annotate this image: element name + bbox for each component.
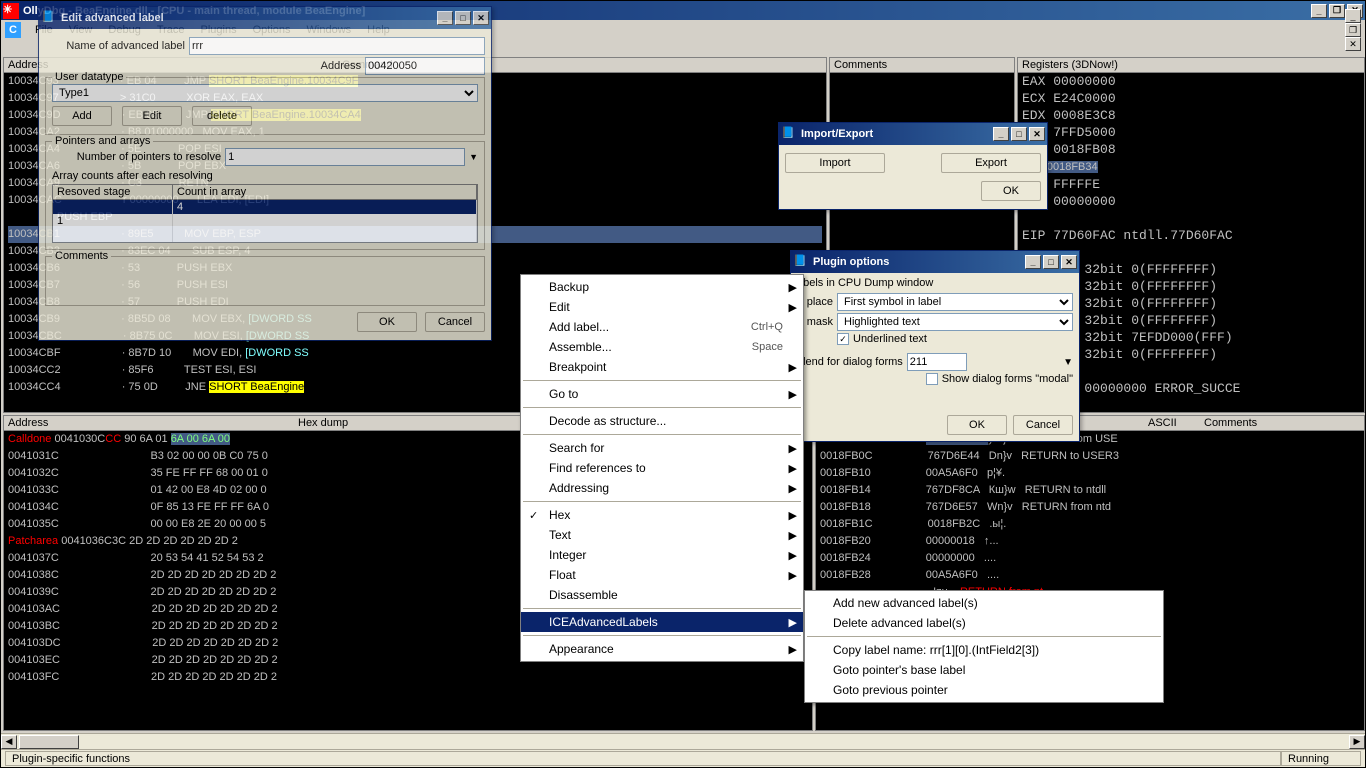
array-grid[interactable]: 4 1 <box>52 200 478 243</box>
grid-col1[interactable]: Resoved stage <box>53 185 173 199</box>
import-max-button[interactable]: □ <box>1011 127 1027 141</box>
datatype-delete-button[interactable]: delete <box>192 106 252 126</box>
edit-max-button[interactable]: □ <box>455 11 471 25</box>
import-export-title: Import/Export <box>801 128 993 140</box>
ctx-item[interactable]: Decode as structure... <box>521 411 803 431</box>
ptrs-input[interactable] <box>225 148 465 166</box>
edit-ok-button[interactable]: OK <box>357 312 417 332</box>
ctx-item[interactable]: ✓Hex▶ <box>521 505 803 525</box>
submenu-item[interactable]: Goto pointer's base label <box>805 660 1163 680</box>
import-close-button[interactable]: ✕ <box>1029 127 1045 141</box>
grid-col2[interactable]: Count in array <box>173 185 477 199</box>
plugin-dialog-icon: 📘 <box>793 254 809 270</box>
ctx-item[interactable]: Integer▶ <box>521 545 803 565</box>
submenu-item[interactable]: Add new advanced label(s) <box>805 593 1163 613</box>
grid-row-empty[interactable] <box>53 228 477 242</box>
ctx-item[interactable]: Search for▶ <box>521 438 803 458</box>
edit-dialog-icon: 📘 <box>41 10 57 26</box>
comments-header[interactable]: Comments <box>830 58 1014 73</box>
name-input[interactable] <box>189 37 485 55</box>
edit-close-button[interactable]: ✕ <box>473 11 489 25</box>
ctx-item[interactable]: Add label...Ctrl+Q <box>521 317 803 337</box>
ctx-item[interactable]: Float▶ <box>521 565 803 585</box>
modal-checkbox[interactable]: Show dialog forms "modal" <box>926 373 1073 385</box>
datatype-add-button[interactable]: Add <box>52 106 112 126</box>
horizontal-scrollbar[interactable]: ◀ ▶ <box>1 733 1365 749</box>
stack-col-ascii[interactable]: ASCII <box>1144 416 1200 431</box>
edit-label-dialog: 📘 Edit advanced label _ □ ✕ Name of adva… <box>38 6 492 341</box>
ctx-item[interactable]: Assemble...Space <box>521 337 803 357</box>
mdi-close-button[interactable]: ✕ <box>1345 37 1361 51</box>
address-input[interactable] <box>365 57 485 75</box>
plugin-title: Plugin options <box>813 256 1025 268</box>
datatype-legend: User datatype <box>52 71 126 83</box>
plugin-ok-button[interactable]: OK <box>947 415 1007 435</box>
ctx-item[interactable]: Go to▶ <box>521 384 803 404</box>
place-select[interactable]: First symbol in label <box>837 293 1073 311</box>
plugin-options-dialog: 📘 Plugin options _ □ ✕ abels in CPU Dump… <box>790 250 1080 442</box>
import-button[interactable]: Import <box>785 153 885 173</box>
dump-col-address[interactable]: Address <box>4 416 294 431</box>
ctx-item[interactable]: Addressing▶ <box>521 478 803 498</box>
submenu[interactable]: Add new advanced label(s)Delete advanced… <box>804 590 1164 703</box>
blend-stepper-icon[interactable]: ▼ <box>1063 357 1073 368</box>
plugin-section-label: abels in CPU Dump window <box>797 277 1073 289</box>
scroll-right-icon[interactable]: ▶ <box>1349 735 1365 749</box>
submenu-item[interactable]: Goto previous pointer <box>805 680 1163 700</box>
stack-col-comments[interactable]: Comments <box>1200 416 1364 431</box>
ptrs-label: Number of pointers to resolve <box>52 151 221 163</box>
maximize-button[interactable]: ❐ <box>1329 4 1345 18</box>
ptrs-legend: Pointers and arrays <box>52 135 153 147</box>
blend-label: blend for dialog forms <box>797 356 903 368</box>
plugin-close-button[interactable]: ✕ <box>1061 255 1077 269</box>
comments-legend: Comments <box>52 250 111 262</box>
datatype-edit-button[interactable]: Edit <box>122 106 182 126</box>
datatype-select[interactable]: Type1 <box>52 84 478 102</box>
grid-row[interactable]: 1 <box>53 214 477 228</box>
address-label: Address <box>221 60 361 72</box>
edit-title: Edit advanced label <box>61 12 437 24</box>
mdi-restore-button[interactable]: ❐ <box>1345 23 1361 37</box>
ctx-item[interactable]: Text▶ <box>521 525 803 545</box>
plugin-min-button[interactable]: _ <box>1025 255 1041 269</box>
plugin-max-button[interactable]: □ <box>1043 255 1059 269</box>
name-label: Name of advanced label <box>45 40 185 52</box>
submenu-item[interactable]: Delete advanced label(s) <box>805 613 1163 633</box>
registers-header[interactable]: Registers (3DNow!) <box>1018 58 1364 73</box>
ptrs-stepper-icon[interactable]: ▼ <box>469 152 478 162</box>
tool-icon[interactable]: C <box>5 22 21 38</box>
ctx-item[interactable]: Disassemble <box>521 585 803 605</box>
plugin-cancel-button[interactable]: Cancel <box>1013 415 1073 435</box>
context-menu[interactable]: Backup▶Edit▶Add label...Ctrl+QAssemble..… <box>520 274 804 662</box>
import-export-dialog: 📘 Import/Export _ □ ✕ Import Export OK <box>778 122 1048 210</box>
array-label: Array counts after each resolving <box>52 170 478 182</box>
mdi-minimize-button[interactable]: _ <box>1345 9 1361 23</box>
status-right: Running <box>1281 751 1361 766</box>
ctx-item[interactable]: Edit▶ <box>521 297 803 317</box>
edit-cancel-button[interactable]: Cancel <box>425 312 485 332</box>
ctx-item[interactable]: Breakpoint▶ <box>521 357 803 377</box>
ctx-item[interactable]: Appearance▶ <box>521 639 803 659</box>
export-button[interactable]: Export <box>941 153 1041 173</box>
ctx-item[interactable]: Backup▶ <box>521 277 803 297</box>
grid-row-selected[interactable]: 4 <box>53 200 477 214</box>
statusbar: Plugin-specific functions Running <box>1 749 1365 767</box>
dialog-icon: 📘 <box>781 126 797 142</box>
ctx-item[interactable]: Find references to▶ <box>521 458 803 478</box>
scroll-left-icon[interactable]: ◀ <box>1 735 17 749</box>
ctx-item[interactable]: ICEAdvancedLabels▶ <box>521 612 803 632</box>
edit-min-button[interactable]: _ <box>437 11 453 25</box>
minimize-button[interactable]: _ <box>1311 4 1327 18</box>
scroll-thumb[interactable] <box>19 735 79 749</box>
underline-checkbox[interactable]: ✓Underlined text <box>837 333 927 345</box>
import-min-button[interactable]: _ <box>993 127 1009 141</box>
status-left: Plugin-specific functions <box>5 751 1281 766</box>
import-ok-button[interactable]: OK <box>981 181 1041 201</box>
blend-input[interactable] <box>907 353 967 371</box>
submenu-item[interactable]: Copy label name: rrr[1][0].(IntField2[3]… <box>805 640 1163 660</box>
mask-select[interactable]: Highlighted text <box>837 313 1073 331</box>
app-icon: ✳ <box>3 3 19 19</box>
